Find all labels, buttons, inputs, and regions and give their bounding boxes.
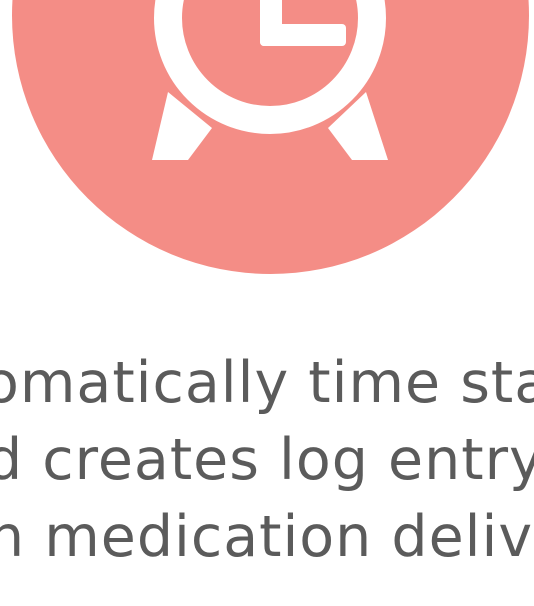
feature-description: omatically time star d creates log entry… xyxy=(0,345,534,585)
description-line: d creates log entry xyxy=(0,427,534,493)
feature-card: omatically time star d creates log entry… xyxy=(0,0,534,606)
alarm-clock-icon xyxy=(152,0,388,160)
description-line: omatically time star xyxy=(0,350,534,416)
description-line: h medication deliv xyxy=(0,504,534,570)
